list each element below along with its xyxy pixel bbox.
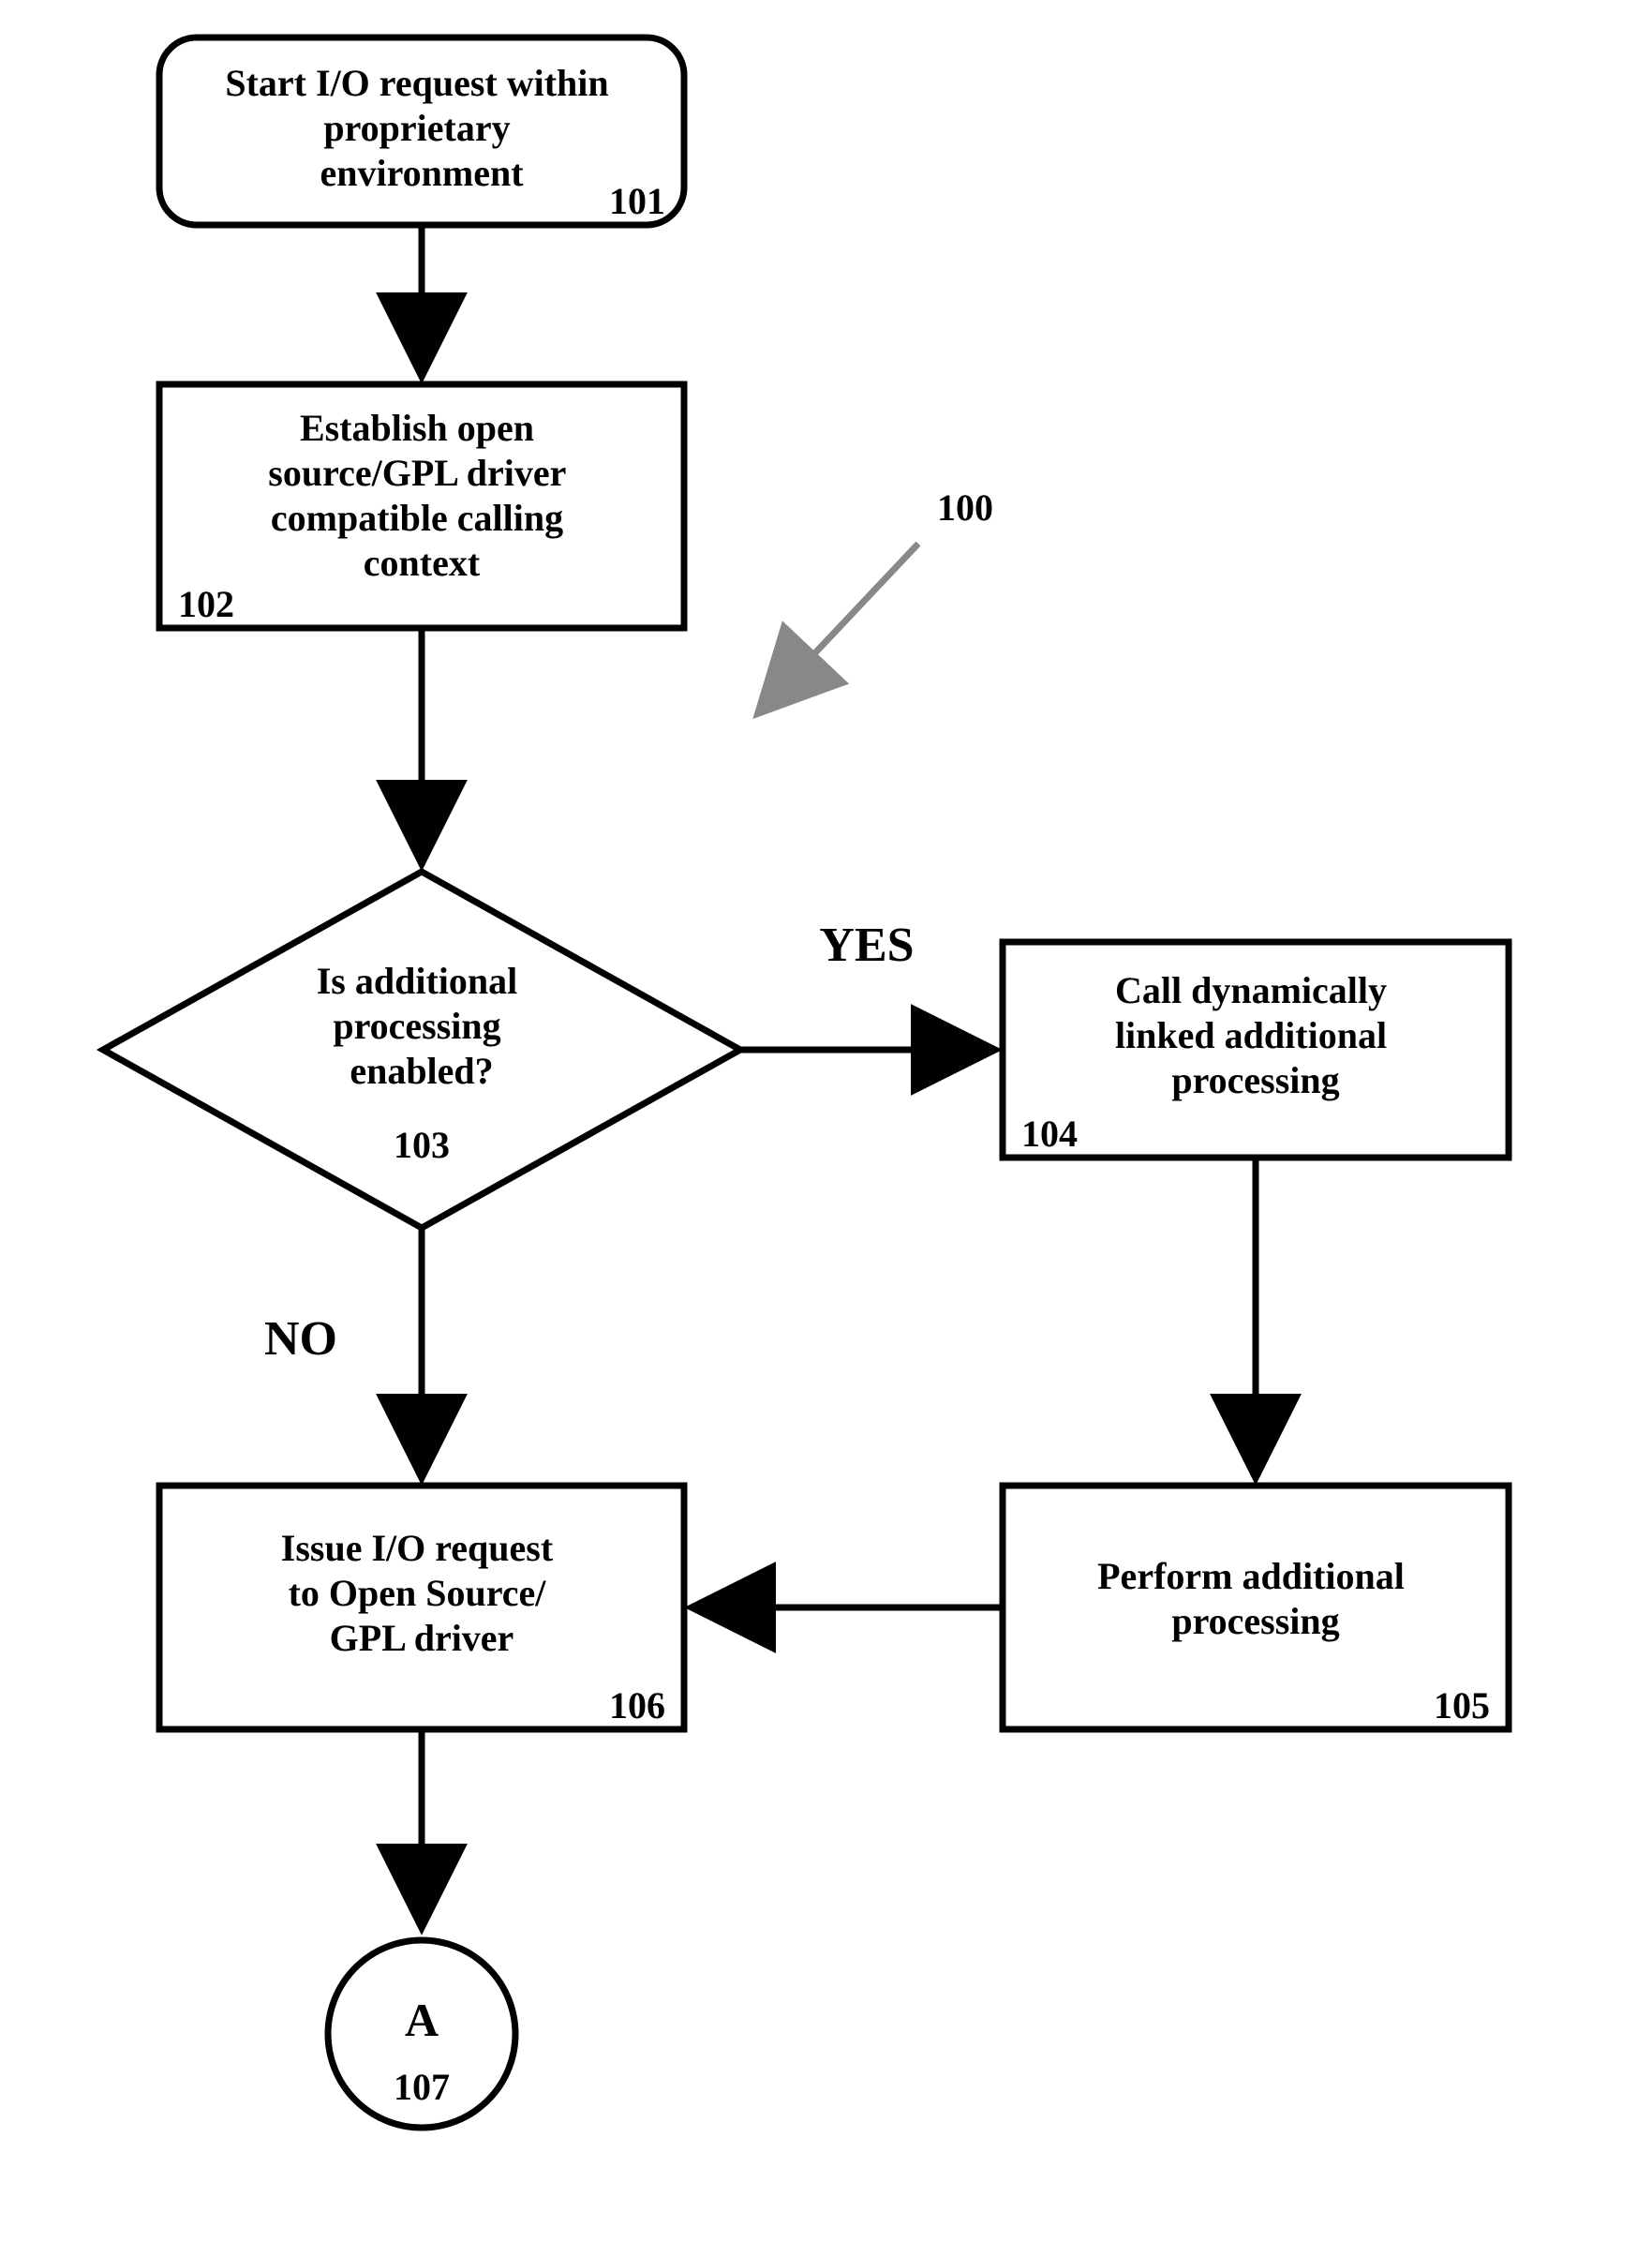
node-107-letter: A <box>405 1994 439 2046</box>
node-105-ref: 105 <box>1434 1684 1490 1726</box>
node-105-process: Perform additional processing 105 <box>1003 1486 1509 1729</box>
figure-ref-100: 100 <box>759 486 993 712</box>
node-105-text-line2: processing <box>1171 1600 1339 1642</box>
node-102-text-line3: compatible calling <box>271 497 563 539</box>
node-102-ref: 102 <box>178 583 234 625</box>
node-103-text-line2: processing <box>333 1005 500 1047</box>
figure-ref-label: 100 <box>937 486 993 529</box>
node-106-process: Issue I/O request to Open Source/ GPL dr… <box>159 1486 684 1729</box>
node-104-text-line3: processing <box>1171 1059 1339 1101</box>
node-101-text-line2: proprietary <box>323 107 510 149</box>
node-103-decision: Is additional processing enabled? 103 <box>103 872 740 1228</box>
node-101-terminator: Start I/O request within proprietary env… <box>159 37 684 225</box>
node-106-text-line3: GPL driver <box>330 1617 514 1659</box>
figure-ref-arrow <box>759 544 918 712</box>
node-104-text-line2: linked additional <box>1115 1014 1387 1056</box>
node-101-text-line3: environment <box>320 152 524 194</box>
node-104-ref: 104 <box>1021 1113 1078 1155</box>
node-103-text-line1: Is additional <box>317 960 518 1002</box>
node-101-ref: 101 <box>609 180 665 222</box>
edge-103-106-label-no: NO <box>264 1312 337 1366</box>
node-107-connector: A 107 <box>328 1940 515 2128</box>
node-106-text-line2: to Open Source/ <box>289 1572 547 1614</box>
node-102-text-line4: context <box>364 542 481 584</box>
node-107-ref: 107 <box>394 2066 450 2108</box>
node-105-text-line1: Perform additional <box>1097 1555 1405 1597</box>
node-102-text-line2: source/GPL driver <box>268 452 565 494</box>
node-101-text-line1: Start I/O request within <box>225 62 608 104</box>
flowchart-svg: Start I/O request within proprietary env… <box>0 0 1652 2257</box>
node-103-ref: 103 <box>394 1124 450 1166</box>
node-104-process: Call dynamically linked additional proce… <box>1003 942 1509 1158</box>
node-106-ref: 106 <box>609 1684 665 1726</box>
node-104-text-line1: Call dynamically <box>1115 969 1387 1011</box>
node-106-text-line1: Issue I/O request <box>281 1527 554 1569</box>
node-102-process: Establish open source/GPL driver compati… <box>159 384 684 628</box>
edge-103-104-label-yes: YES <box>819 919 914 972</box>
node-103-text-line3: enabled? <box>350 1050 493 1092</box>
node-102-text-line1: Establish open <box>300 407 534 449</box>
